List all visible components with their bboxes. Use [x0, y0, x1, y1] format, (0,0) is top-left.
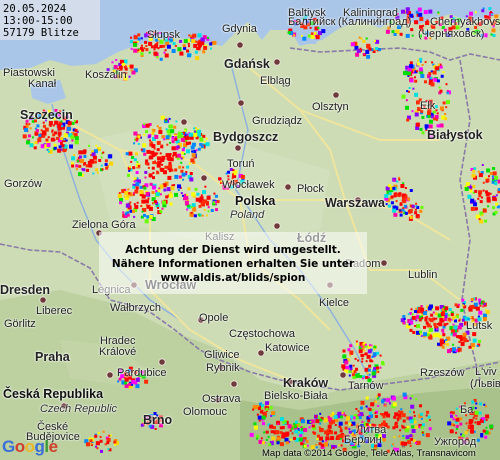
city-label: Králové [99, 346, 137, 358]
map-copyright: Map data ©2014 Google, Tele Atlas, Trans… [262, 448, 476, 459]
city-label: Lublin [408, 269, 438, 281]
city-label: Polska [235, 194, 276, 208]
city-label: Szczecin [20, 108, 73, 122]
city-dot [380, 259, 388, 267]
city-dot [273, 58, 281, 66]
city-dot [106, 371, 114, 379]
city-label: (Львів) [470, 378, 500, 390]
city-label: Poland [230, 209, 265, 221]
city-label: Włocławek [222, 179, 275, 191]
city-label: Opole [199, 312, 229, 324]
city-label: Zielona Góra [72, 219, 136, 231]
city-dot [158, 358, 166, 366]
city-label: Rybnik [206, 362, 240, 374]
notice-line-1: Achtung der Dienst wird umgestellt. [125, 244, 341, 256]
city-label: Praha [35, 350, 70, 364]
city-dot [284, 183, 292, 191]
city-label: Česká Republika [3, 387, 104, 401]
city-label: Kielce [319, 297, 349, 309]
date-label: 20.05.2024 [3, 3, 67, 15]
city-label: Gorzów [4, 178, 42, 190]
city-label: Grudziądz [252, 115, 303, 127]
city-label: Ужгород [434, 436, 477, 448]
city-label: Dresden [0, 283, 51, 297]
city-dot [257, 349, 265, 357]
service-notice: Achtung der Dienst wird umgestellt. Nähe… [99, 232, 367, 294]
city-label: Koszalin [85, 69, 127, 81]
city-dot [339, 371, 347, 379]
city-label: Bydgoszcz [213, 130, 279, 144]
city-label: Brno [143, 413, 173, 427]
city-label: Lutsk [466, 320, 493, 332]
city-label: Liberec [36, 305, 73, 317]
city-label: Литва [356, 424, 387, 436]
city-label: Słupsk [147, 29, 181, 41]
city-label: Tarnów [348, 380, 384, 392]
notice-line-2: Nähere Informationen erhalten Sie unter [111, 258, 355, 270]
city-dot [180, 118, 188, 126]
city-label: Wałbrzych [110, 302, 161, 314]
city-dot [236, 41, 244, 49]
city-label: Olsztyn [312, 101, 349, 113]
city-label: Балтийск [288, 16, 336, 28]
city-label: Kraków [283, 376, 329, 390]
city-label: Białystok [427, 128, 483, 142]
city-label: Ба [460, 404, 474, 416]
city-label: Chernyakhovsk [430, 16, 500, 28]
city-label: Czech Republic [40, 403, 118, 415]
city-label: Elbląg [260, 75, 291, 87]
city-dot [234, 144, 242, 152]
city-label: Warszawa [325, 196, 385, 210]
city-dot [332, 91, 340, 99]
city-label: Gdynia [222, 23, 257, 35]
city-label: Bielsko-Biała [264, 390, 328, 402]
notice-url[interactable]: www.aldis.at/blids/spion [99, 271, 367, 285]
city-label: (Черняховск) [418, 28, 485, 40]
city-label: (Калининград) [338, 16, 412, 28]
city-label: Ełk [420, 100, 436, 112]
city-label: Ostrava [202, 393, 241, 405]
city-dot [237, 99, 245, 107]
city-dot [200, 174, 208, 182]
strike-count-label: 57179 Blitze [3, 27, 79, 39]
city-dot [39, 296, 47, 304]
city-dot [230, 380, 238, 388]
city-label: Olomouc [183, 406, 228, 418]
city-label: Kanał [28, 78, 57, 90]
time-range-label: 13:00-15:00 [3, 15, 73, 27]
city-label: L'viv [475, 366, 497, 378]
city-dot [273, 222, 281, 230]
city-label: Toruń [227, 158, 255, 170]
city-label: Gdańsk [224, 57, 270, 71]
google-logo[interactable]: Google [2, 437, 58, 457]
city-label: Görlitz [4, 318, 36, 330]
info-box: 20.05.2024 13:00-15:00 57179 Blitze [0, 0, 100, 40]
city-label: Katowice [265, 342, 310, 354]
city-label: Pardubice [117, 367, 167, 379]
city-label: Rzeszów [420, 367, 465, 379]
city-label: Płock [297, 183, 324, 195]
city-label: Gliwice [204, 349, 240, 361]
city-label: Częstochowa [229, 328, 296, 340]
